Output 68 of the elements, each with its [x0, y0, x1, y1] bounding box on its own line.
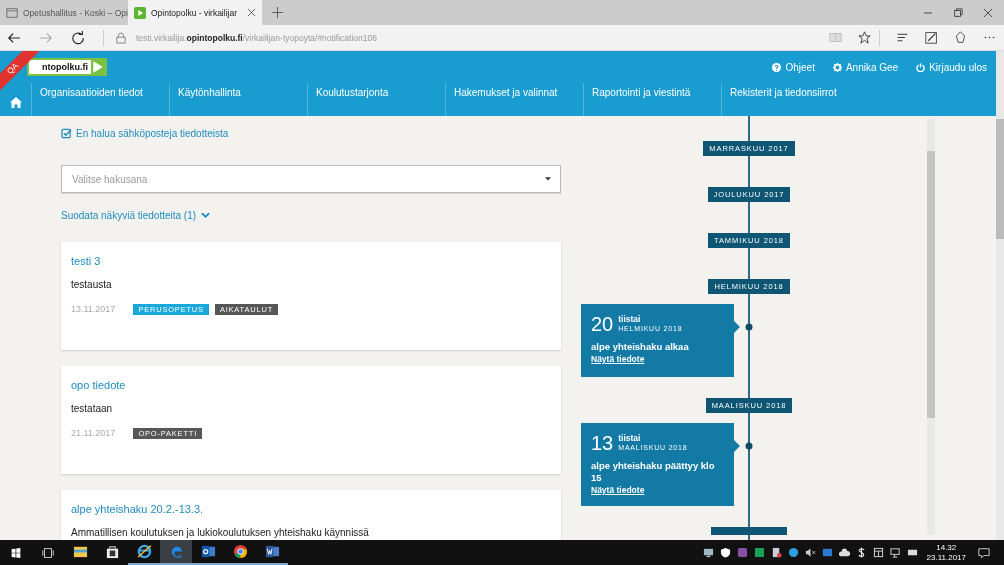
task-view-icon[interactable]: [41, 545, 55, 560]
refresh-icon[interactable]: [71, 30, 85, 45]
gear-icon: [832, 62, 842, 72]
pen-square-icon[interactable]: [925, 31, 938, 44]
header-link[interactable]: Kirjaudu ulos: [916, 61, 987, 73]
document-icon[interactable]: [770, 547, 782, 558]
window-icon: [6, 6, 18, 19]
event-day: 13: [591, 432, 614, 454]
date-text: 21.11.2017: [71, 428, 116, 438]
event-text: alpe yhteishaku päättyy klo 15: [591, 460, 716, 484]
notification-text: testataan: [71, 402, 114, 416]
browser-wheel-icon: [232, 544, 248, 559]
event-day: 20: [591, 313, 614, 335]
cloud-icon[interactable]: [838, 547, 850, 558]
plus-icon[interactable]: [272, 7, 283, 18]
monitor-icon[interactable]: [702, 547, 714, 558]
document-app-icon: [264, 544, 280, 559]
timeline-dot: [745, 442, 753, 450]
notification-title[interactable]: testi 3: [71, 253, 551, 269]
notification-title[interactable]: opo tiedote: [71, 377, 551, 393]
help-icon: [772, 62, 782, 72]
muted-speaker-icon[interactable]: [804, 547, 816, 558]
close-icon[interactable]: [247, 8, 256, 17]
checkbox-label[interactable]: En halua sähköposteja tiedotteista: [76, 128, 229, 139]
filter-link[interactable]: Suodata näkyviä tiedotteita (1): [61, 210, 197, 221]
logo[interactable]: ntopolku.fi: [27, 58, 107, 76]
notification-title[interactable]: alpe yhteishaku 20.2.-13.3.: [71, 501, 551, 517]
browser-tab[interactable]: Opintopolku - virkailijar: [128, 0, 262, 25]
chevron-icon[interactable]: [201, 212, 211, 219]
network-icon[interactable]: [889, 547, 901, 558]
keyword-dropdown[interactable]: Valitse hakusana: [61, 165, 561, 193]
windows-start-icon[interactable]: [9, 545, 23, 560]
event-weekday: tiistai: [618, 314, 642, 324]
globe-e-icon: [136, 544, 152, 559]
folder-icon: [72, 544, 88, 559]
show-notice-link[interactable]: Näytä tiedote: [591, 353, 645, 366]
clock-date[interactable]: 23.11.2017: [926, 552, 966, 563]
shield-icon[interactable]: [719, 547, 731, 558]
show-notice-link[interactable]: Näytä tiedote: [591, 484, 645, 497]
notification-icon[interactable]: [978, 546, 990, 559]
power-icon: [916, 62, 926, 72]
notification-text: testausta: [71, 278, 113, 292]
event-weekday: tiistai: [618, 433, 642, 443]
timeline-dot: [745, 323, 753, 331]
notification-text: Ammatillisen koulutuksen ja lukiokoulutuksen yhteishaku käynnissä: [71, 526, 370, 540]
back-arrow-icon[interactable]: [7, 30, 21, 45]
notebook-icon[interactable]: [736, 547, 748, 558]
lock-icon: [116, 31, 126, 44]
shopping-bag-icon: [104, 544, 120, 559]
hub-icon[interactable]: [896, 31, 909, 44]
play-icon: [134, 6, 146, 19]
star-icon[interactable]: [858, 31, 871, 44]
scrollbar[interactable]: [927, 119, 935, 535]
event-text: alpe yhteishaku alkaa: [591, 341, 690, 353]
date-text: 13.11.2017: [71, 304, 116, 314]
scrollbar[interactable]: [996, 51, 1004, 540]
close-icon[interactable]: [983, 7, 993, 18]
home-icon[interactable]: [10, 97, 22, 108]
caret-icon: [545, 177, 551, 181]
app-tile-icon[interactable]: [753, 547, 765, 558]
calendar-icon[interactable]: [872, 547, 884, 558]
clock-time[interactable]: 14.32: [936, 542, 957, 553]
checkbox[interactable]: [61, 128, 72, 139]
address-field[interactable]: testi.virkailija.opintopolku.fi/virkailijan-tyopoyta/#notification106: [136, 32, 377, 43]
header-link[interactable]: Annika Gee: [832, 61, 899, 73]
restore-icon[interactable]: [953, 7, 963, 18]
browser-tab[interactable]: Opetushallitus - Koski – Opi: [0, 0, 128, 25]
header-link[interactable]: Ohjeet: [772, 61, 815, 73]
